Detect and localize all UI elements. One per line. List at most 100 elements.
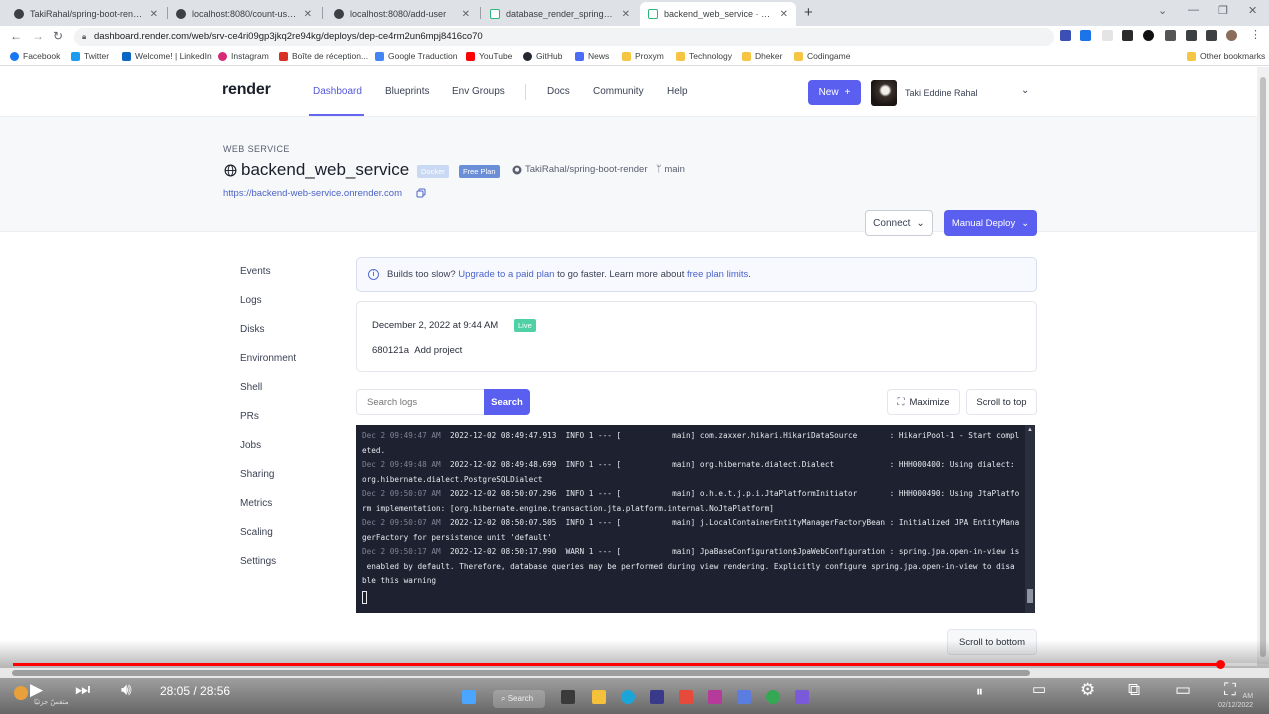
search-logs-input[interactable] (356, 389, 484, 415)
extension-icon[interactable] (1080, 30, 1091, 41)
reload-icon[interactable]: ↻ (53, 29, 63, 43)
service-url-link[interactable]: https://backend-web-service.onrender.com (223, 188, 402, 199)
bookmark-news[interactable]: News (575, 51, 609, 61)
puzzle-icon[interactable] (1186, 30, 1197, 41)
chrome-icon[interactable] (766, 690, 780, 704)
new-tab-button[interactable]: + (804, 4, 813, 21)
sidebar-item-sharing[interactable]: Sharing (240, 469, 274, 480)
render-logo[interactable]: render (222, 81, 271, 99)
restore-icon[interactable]: ❐ (1218, 4, 1228, 17)
task-view-icon[interactable] (561, 690, 575, 704)
forward-icon[interactable]: → (32, 29, 44, 43)
bookmark-folder-codingame[interactable]: Codingame (794, 51, 850, 61)
sidebar-item-disks[interactable]: Disks (240, 324, 264, 335)
extension-icon[interactable] (1122, 30, 1133, 41)
autoplay-toggle-icon[interactable]: ⏸︎ (976, 683, 983, 700)
scroll-to-top-button[interactable]: Scroll to top (966, 389, 1037, 415)
close-tab-icon[interactable]: ✕ (304, 9, 312, 20)
sidebar-item-jobs[interactable]: Jobs (240, 440, 261, 451)
nav-env-groups[interactable]: Env Groups (452, 86, 505, 97)
commit-hash[interactable]: 680121a (372, 345, 409, 356)
settings-gear-icon[interactable]: ⚙ (1080, 680, 1095, 700)
bookmark-folder-technology[interactable]: Technology (676, 51, 732, 61)
branch-link[interactable]: ᛘ main (656, 164, 685, 175)
browser-tab[interactable]: TakiRahal/spring-boot-render: D ✕ (6, 2, 166, 26)
sidebar-item-prs[interactable]: PRs (240, 411, 259, 422)
close-window-icon[interactable]: ✕ (1248, 4, 1257, 17)
free-plan-limits-link[interactable]: free plan limits (687, 269, 748, 280)
sidebar-item-environment[interactable]: Environment (240, 353, 296, 364)
minimize-icon[interactable]: — (1188, 4, 1199, 16)
sidebar-item-events[interactable]: Events (240, 266, 271, 277)
horizontal-scrollbar[interactable] (0, 668, 1269, 678)
taskbar-search[interactable]: ⌕ Search (493, 690, 545, 708)
sidebar-item-scaling[interactable]: Scaling (240, 527, 273, 538)
close-tab-icon[interactable]: ✕ (150, 9, 158, 20)
other-bookmarks[interactable]: Other bookmarks (1187, 51, 1265, 61)
back-icon[interactable]: ← (10, 29, 22, 43)
log-console[interactable]: Dec 2 09:49:47 AM 2022-12-02 08:49:47.91… (356, 425, 1025, 613)
extension-icon[interactable] (1165, 30, 1176, 41)
edge-icon[interactable] (621, 690, 635, 704)
sidebar-item-settings[interactable]: Settings (240, 556, 276, 567)
user-name[interactable]: Taki Eddine Rahal (905, 88, 978, 98)
extension-icon[interactable] (1143, 30, 1154, 41)
nav-blueprints[interactable]: Blueprints (385, 86, 429, 97)
page-scrollbar-thumb[interactable] (1260, 77, 1266, 657)
file-explorer-icon[interactable] (592, 690, 606, 704)
browser-tab[interactable]: database_render_spring_boot · D ✕ (482, 2, 638, 26)
address-bar[interactable]: 🔒︎ dashboard.render.com/web/srv-ce4ri09g… (74, 28, 1054, 46)
page-scrollbar[interactable] (1257, 67, 1269, 664)
volume-icon[interactable]: 🔊︎ (121, 680, 132, 700)
close-tab-icon[interactable]: ✕ (462, 9, 470, 20)
app-icon[interactable] (795, 690, 809, 704)
bookmark-twitter[interactable]: Twitter (71, 51, 109, 61)
bookmark-instagram[interactable]: Instagram (218, 51, 269, 61)
app-icon[interactable] (708, 690, 722, 704)
browser-tab-active[interactable]: backend_web_service · Web Serv ✕ (640, 2, 796, 26)
app-icon[interactable] (679, 690, 693, 704)
sidebar-item-logs[interactable]: Logs (240, 295, 262, 306)
theater-mode-icon[interactable]: ▭ (1175, 680, 1191, 700)
extension-icon[interactable] (1060, 30, 1071, 41)
extension-icon[interactable] (1102, 30, 1113, 41)
sidebar-item-shell[interactable]: Shell (240, 382, 262, 393)
sidebar-item-metrics[interactable]: Metrics (240, 498, 272, 509)
copy-icon[interactable] (416, 188, 426, 198)
windows-start-icon[interactable] (462, 690, 476, 704)
kebab-menu-icon[interactable]: ⋮ (1250, 28, 1261, 41)
bookmark-youtube[interactable]: YouTube (466, 51, 512, 61)
upgrade-link[interactable]: Upgrade to a paid plan (458, 269, 554, 280)
search-button[interactable]: Search (484, 389, 530, 415)
miniplayer-icon[interactable]: ⧉ (1128, 680, 1140, 700)
chevron-down-icon[interactable]: ⌄ (1021, 85, 1029, 96)
bookmark-github[interactable]: GitHub (523, 51, 562, 61)
sidepanel-icon[interactable] (1206, 30, 1217, 41)
log-scrollbar[interactable]: ▲ (1025, 425, 1035, 613)
new-button[interactable]: New + (808, 80, 861, 105)
next-icon[interactable]: ⏭ (75, 680, 90, 700)
browser-tab[interactable]: localhost:8080/add-user ✕ (326, 2, 478, 26)
browser-tab[interactable]: localhost:8080/count-users ✕ (168, 2, 320, 26)
manual-deploy-button[interactable]: Manual Deploy ⌄ (944, 210, 1037, 236)
subtitles-icon[interactable]: ▭ (1032, 680, 1046, 698)
app-icon[interactable] (737, 690, 751, 704)
bookmark-gmail[interactable]: Boîte de réception... (279, 51, 368, 61)
close-tab-icon[interactable]: ✕ (622, 9, 630, 20)
bookmark-linkedin[interactable]: Welcome! | LinkedIn (122, 51, 212, 61)
maximize-button[interactable]: ⛶ Maximize (887, 389, 960, 415)
bookmark-facebook[interactable]: Facebook (10, 51, 60, 61)
nav-dashboard[interactable]: Dashboard (313, 86, 362, 97)
video-progress-bar[interactable] (13, 660, 1257, 669)
scroll-up-icon[interactable]: ▲ (1027, 427, 1033, 433)
bookmark-folder-dheker[interactable]: Dheker (742, 51, 782, 61)
horizontal-scrollbar-thumb[interactable] (12, 670, 1030, 676)
store-icon[interactable] (650, 690, 664, 704)
nav-docs[interactable]: Docs (547, 86, 570, 97)
profile-avatar[interactable] (1226, 30, 1237, 41)
nav-help[interactable]: Help (667, 86, 688, 97)
connect-button[interactable]: Connect ⌄ (865, 210, 933, 236)
close-tab-icon[interactable]: ✕ (780, 9, 788, 20)
avatar[interactable] (871, 80, 897, 106)
bookmark-folder-proxym[interactable]: Proxym (622, 51, 664, 61)
